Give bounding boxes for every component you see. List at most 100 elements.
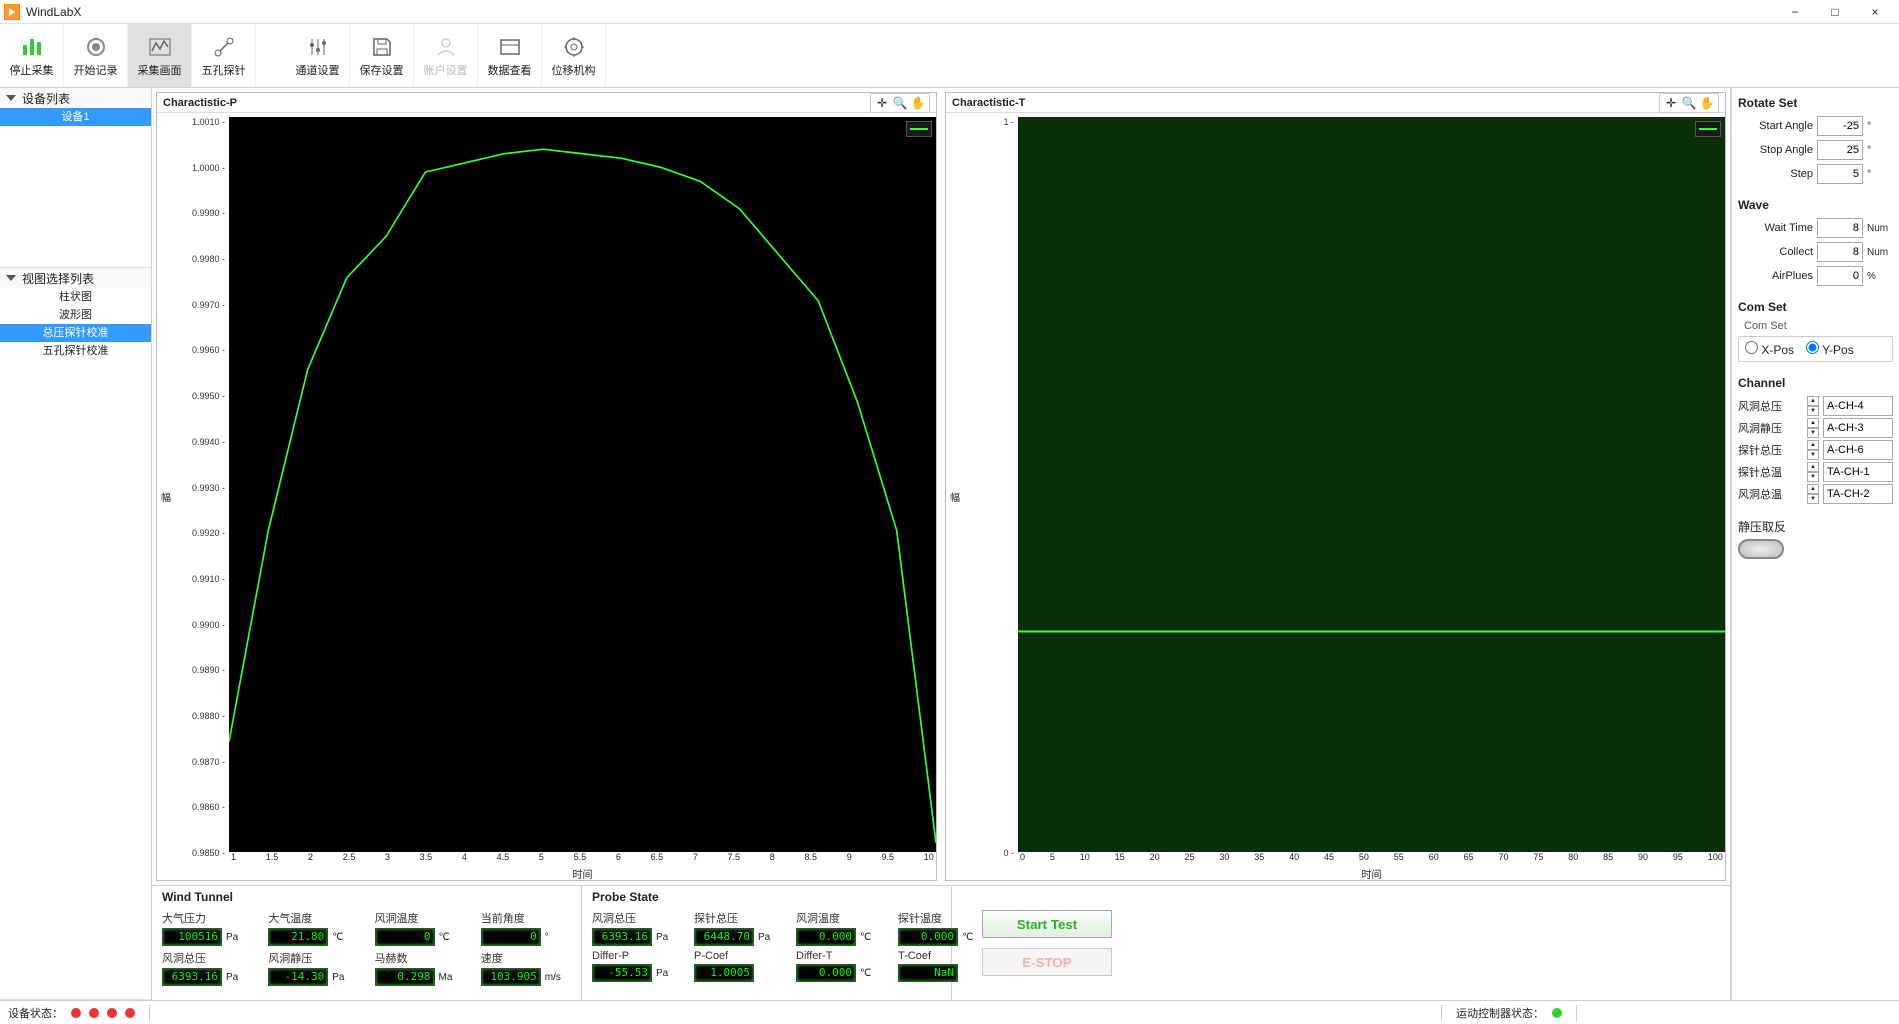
tb-data-view[interactable]: 数据查看 [478,24,542,87]
stepper[interactable]: ▲▼ [1807,462,1819,482]
chart-t-xlabel: 时间 [1018,866,1725,880]
chart-p: Charactistic-P ✛ 🔍 ✋ 幅 1.0010 -1.0000 -0… [156,92,937,881]
probe-title: Probe State [592,890,941,904]
tb-start-rec[interactable]: 开始记录 [64,24,128,87]
zoom-icon[interactable]: 🔍 [893,96,907,110]
tb-displacer[interactable]: 位移机构 [542,24,606,87]
record-icon [83,34,109,60]
xpos-radio[interactable]: X-Pos [1745,341,1794,357]
e-stop-button[interactable]: E-STOP [982,948,1112,976]
readout: Differ-P-55.53Pa [592,950,678,982]
channel-row: 探针总温▲▼ [1738,462,1893,482]
status-dot-red [89,1008,99,1018]
rotate-settings: Rotate Set Start Angle° Stop Angle° Step… [1738,96,1893,184]
views-header[interactable]: 视图选择列表 [0,268,151,288]
device-item[interactable]: 设备1 [0,108,151,126]
probe-state-pane: Probe State 风洞总压6393.16Pa 探针总压6448.70Pa 风洞… [582,886,952,1000]
readout: 风洞静压-14.30Pa [268,950,358,986]
chevron-down-icon [6,275,16,281]
tb-five-hole[interactable]: 五孔探针 [192,24,256,87]
start-angle-input[interactable] [1817,116,1863,136]
stepper[interactable]: ▲▼ [1807,418,1819,438]
tb-acq-screen[interactable]: 采集画面 [128,24,192,87]
sidebar: 设备列表 设备1 视图选择列表 柱状图 波形图 总压探针校准 五孔探针校准 [0,88,152,1000]
readout: 当前角度0° [481,910,571,946]
wait-time-input[interactable] [1817,218,1863,238]
readout: 风洞温度0℃ [375,910,465,946]
stop-angle-input[interactable] [1817,140,1863,160]
motion-ctrl-label: 运动控制器状态： [1456,1005,1544,1021]
readout: 大气温度21.80℃ [268,910,358,946]
view-item-total-pressure-cal[interactable]: 总压探针校准 [0,324,151,342]
channel-input[interactable] [1823,462,1893,482]
chart-t: Charactistic-T ✛ 🔍 ✋ 幅 1 -0 - [945,92,1726,881]
probe-icon [211,34,237,60]
channel-row: 探针总压▲▼ [1738,440,1893,460]
tb-channel-set[interactable]: 通道设置 [286,24,350,87]
devices-header[interactable]: 设备列表 [0,88,151,108]
window-maximize[interactable]: □ [1815,0,1855,24]
status-bar: 设备状态： 运动控制器状态： [0,1000,1899,1024]
tb-save-set[interactable]: 保存设置 [350,24,414,87]
readout: 马赫数0.298Ma [375,950,465,986]
channel-input[interactable] [1823,484,1893,504]
wind-title: Wind Tunnel [162,890,571,904]
status-dot-red [107,1008,117,1018]
channel-row: 风洞总温▲▼ [1738,484,1893,504]
target-icon [561,34,587,60]
channel-input[interactable] [1823,396,1893,416]
test-actions: Start Test E-STOP [952,886,1730,1000]
device-status-label: 设备状态： [8,1005,63,1021]
view-item-five-hole-cal[interactable]: 五孔探针校准 [0,342,151,360]
status-dot-green [1552,1008,1562,1018]
readout: 风洞总压6393.16Pa [162,950,252,986]
start-test-button[interactable]: Start Test [982,910,1112,938]
static-invert: 静压取反 [1738,518,1893,559]
channel-row: 风洞静压▲▼ [1738,418,1893,438]
readout: 风洞温度0.000℃ [796,910,882,946]
stepper[interactable]: ▲▼ [1807,440,1819,460]
ypos-radio[interactable]: Y-Pos [1806,341,1854,357]
hand-icon[interactable]: ✋ [1700,96,1714,110]
view-item-waveform[interactable]: 波形图 [0,306,151,324]
readout: 速度103.905m/s [481,950,571,986]
stepper[interactable]: ▲▼ [1807,396,1819,416]
readout: 探针总压6448.70Pa [694,910,780,946]
chart-t-tools[interactable]: ✛ 🔍 ✋ [1659,93,1719,113]
chart-t-yticks: 1 -0 - [960,113,1018,880]
chart-t-plot[interactable] [1018,117,1725,852]
crosshair-icon[interactable]: ✛ [875,96,889,110]
waveform-icon [147,34,173,60]
wave-settings: Wave Wait TimeNum CollectNum AirPlues% [1738,198,1893,286]
readout: Differ-T0.000℃ [796,950,882,982]
chart-t-ylabel: 幅 [946,492,961,502]
chart-p-tools[interactable]: ✛ 🔍 ✋ [870,93,930,113]
channel-input[interactable] [1823,440,1893,460]
readout: 风洞总压6393.16Pa [592,910,678,946]
chevron-down-icon [6,95,16,101]
app-title: WindLabX [26,5,81,19]
zoom-icon[interactable]: 🔍 [1682,96,1696,110]
step-input[interactable] [1817,164,1863,184]
crosshair-icon[interactable]: ✛ [1664,96,1678,110]
chart-p-title: Charactistic-P [163,97,237,109]
collect-input[interactable] [1817,242,1863,262]
chart-t-xticks: 0510152025303540455055606570758085909510… [1018,852,1725,866]
wind-tunnel-pane: Wind Tunnel 大气压力100516Pa 大气温度21.80℃ 风洞温度0℃… [152,886,582,1000]
window-minimize[interactable]: − [1775,0,1815,24]
airplues-input[interactable] [1817,266,1863,286]
chart-p-yticks: 1.0010 -1.0000 -0.9990 -0.9980 -0.9970 -… [171,113,229,880]
stepper[interactable]: ▲▼ [1807,484,1819,504]
tb-stop-acq[interactable]: 停止采集 [0,24,64,87]
view-item-barchart[interactable]: 柱状图 [0,288,151,306]
window-close[interactable]: × [1855,0,1895,24]
chart-t-title: Charactistic-T [952,97,1025,109]
channel-input[interactable] [1823,418,1893,438]
readout: 大气压力100516Pa [162,910,252,946]
user-icon [433,34,459,60]
invert-toggle[interactable] [1738,539,1784,559]
tb-account-set[interactable]: 账户设置 [414,24,478,87]
hand-icon[interactable]: ✋ [911,96,925,110]
readout: P-Coef1.0005 [694,950,780,982]
chart-p-plot[interactable] [229,117,936,852]
